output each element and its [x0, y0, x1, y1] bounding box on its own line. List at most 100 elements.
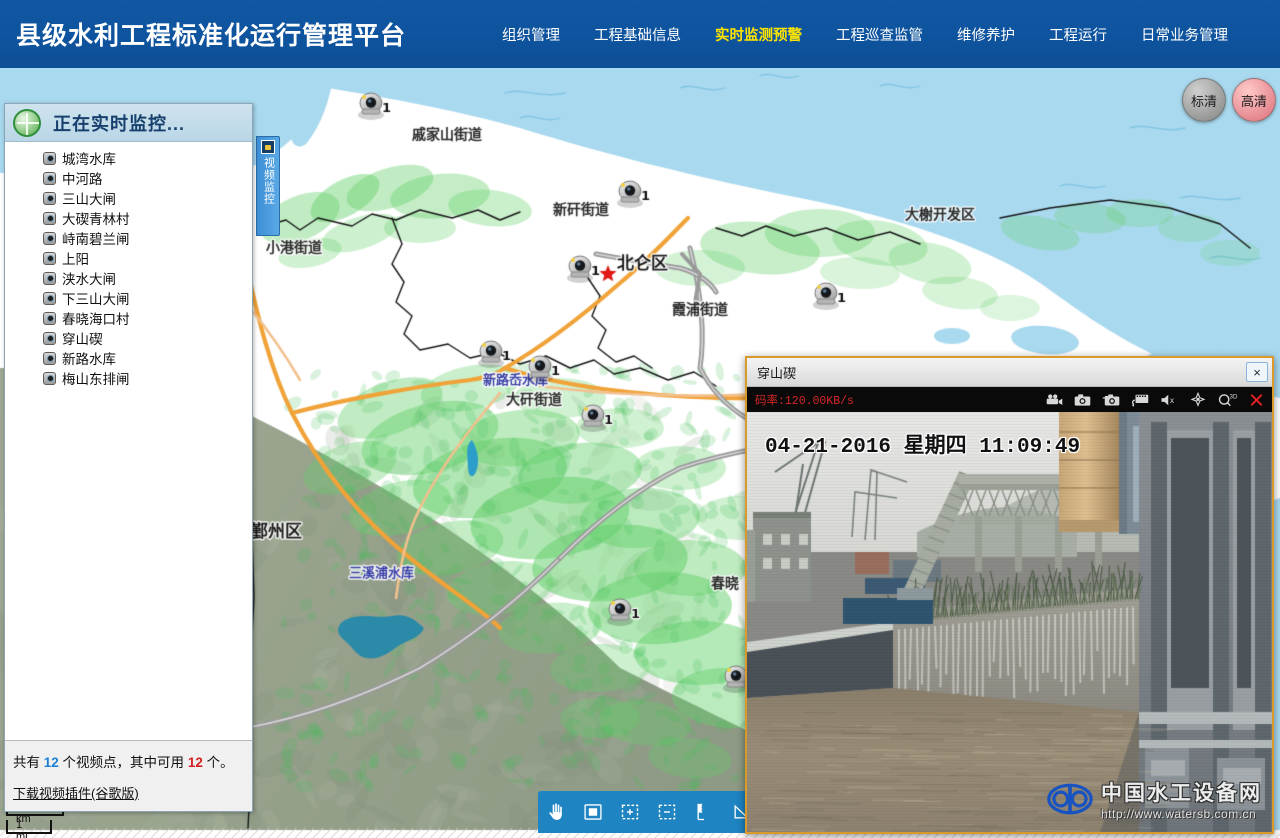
camera-label: 城湾水库 — [62, 148, 116, 168]
camera-list[interactable]: 城湾水库中河路三山大闸大碶青林村峙南碧兰闸上阳浃水大闸下三山大闸春晓海口村穿山碶… — [5, 142, 252, 740]
video-frame — [747, 412, 1272, 832]
video-stream-area[interactable]: 04-21-2016 星期四 11:09:49 中国水工设备网 http://w… — [747, 412, 1272, 832]
camera-list-item[interactable]: 中河路 — [5, 168, 252, 188]
camera-icon — [43, 332, 56, 345]
video-surveillance-tab[interactable]: 视频监控 — [256, 136, 280, 236]
zoom-out-box-icon — [657, 802, 677, 822]
nav-item-6[interactable]: 日常业务管理 — [1141, 24, 1228, 45]
camera-label: 春晓海口村 — [62, 308, 130, 328]
scale-imperial: 1 mi — [16, 819, 28, 838]
watersb-logo-icon — [1047, 776, 1093, 822]
camera-list-item[interactable]: 穿山碶 — [5, 328, 252, 348]
camera-list-item[interactable]: 三山大闸 — [5, 188, 252, 208]
camera-list-item[interactable]: 下三山大闸 — [5, 288, 252, 308]
camera-list-item[interactable]: 城湾水库 — [5, 148, 252, 168]
camera-list-item[interactable]: 新路水库 — [5, 348, 252, 368]
page-title: 县级水利工程标准化运行管理平台 — [16, 16, 406, 52]
application-root: 县级水利工程标准化运行管理平台 组织管理 工程基础信息 实时监测预警 工程巡查监管 维修… — [0, 0, 1280, 838]
hand-icon — [546, 802, 566, 822]
record-button[interactable] — [1046, 393, 1063, 407]
nav-item-5[interactable]: 工程运行 — [1049, 24, 1107, 45]
main-menu: 组织管理 工程基础信息 实时监测预警 工程巡查监管 维修养护 工程运行 日常业务管理 — [502, 24, 1228, 45]
camera-list-item[interactable]: 春晓海口村 — [5, 308, 252, 328]
video-monitor-icon — [261, 140, 275, 154]
camera-icon — [43, 152, 56, 165]
standard-definition-button[interactable]: 标清 — [1182, 78, 1226, 122]
download-plugin-link[interactable]: 下载视频插件(谷歌版) — [13, 783, 139, 802]
radar-icon — [13, 109, 41, 137]
video-tab-label: 视频监控 — [262, 157, 275, 205]
burst-camera-icon — [1102, 393, 1120, 407]
film-reel-icon — [1131, 393, 1149, 407]
playback-button[interactable] — [1131, 393, 1149, 407]
nav-item-2[interactable]: 实时监测预警 — [715, 24, 802, 45]
zoom3d-button[interactable]: 3D — [1218, 392, 1238, 407]
camera-icon — [43, 252, 56, 265]
stop-button[interactable] — [1249, 393, 1264, 407]
summary-available: 12 — [188, 755, 203, 770]
camera-icon — [43, 372, 56, 385]
camera-label: 三山大闸 — [62, 188, 116, 208]
camera-label: 大碶青林村 — [62, 208, 130, 228]
full-extent-tool[interactable] — [581, 800, 605, 824]
mute-button[interactable]: x — [1160, 393, 1178, 407]
close-icon[interactable]: × — [1246, 362, 1268, 382]
camera-list-item[interactable]: 大碶青林村 — [5, 208, 252, 228]
video-window-title: 穿山碶 — [757, 363, 1246, 382]
camera-icon — [1074, 393, 1091, 407]
summary-prefix: 共有 — [13, 755, 44, 770]
measure-distance-tool[interactable] — [692, 800, 716, 824]
zoom-out-tool[interactable] — [655, 800, 679, 824]
ptz-button[interactable] — [1189, 392, 1207, 408]
top-navigation-bar: 县级水利工程标准化运行管理平台 组织管理 工程基础信息 实时监测预警 工程巡查监管 维修… — [0, 0, 1280, 68]
camera-label: 梅山东排闸 — [62, 368, 130, 388]
snapshot-button[interactable] — [1074, 393, 1091, 407]
nav-item-3[interactable]: 工程巡查监管 — [836, 24, 923, 45]
ptz-arrows-icon — [1189, 392, 1207, 408]
camera-label: 上阳 — [62, 248, 89, 268]
video-player-window[interactable]: 穿山碶 × 码率:120.00KB/s x3D 04-21-2016 星期四 1… — [745, 356, 1274, 834]
panel-header: 正在实时监控... — [5, 104, 252, 142]
watermark: 中国水工设备网 http://www.watersb.com.cn — [1047, 776, 1262, 822]
burst-snapshot-button[interactable] — [1102, 393, 1120, 407]
camera-list-item[interactable]: 梅山东排闸 — [5, 368, 252, 388]
svg-text:x: x — [1170, 396, 1175, 405]
live-monitoring-panel: 正在实时监控... 城湾水库中河路三山大闸大碶青林村峙南碧兰闸上阳浃水大闸下三山… — [4, 103, 253, 812]
camera-label: 峙南碧兰闸 — [62, 228, 130, 248]
panel-footer: 共有 12 个视频点，其中可用 12 个。 下载视频插件(谷歌版) — [5, 740, 252, 811]
high-definition-button[interactable]: 高清 — [1232, 78, 1276, 122]
camera-icon — [43, 352, 56, 365]
summary-total: 12 — [44, 755, 59, 770]
camera-icon — [43, 292, 56, 305]
panel-title: 正在实时监控... — [53, 110, 185, 136]
camera-icon — [43, 312, 56, 325]
camera-list-item[interactable]: 浃水大闸 — [5, 268, 252, 288]
svg-text:3D: 3D — [1230, 394, 1238, 401]
speaker-muted-icon: x — [1160, 393, 1178, 407]
nav-item-0[interactable]: 组织管理 — [502, 24, 560, 45]
video-point-summary: 共有 12 个视频点，其中可用 12 个。 — [13, 751, 244, 771]
camera-icon — [43, 232, 56, 245]
video-window-titlebar[interactable]: 穿山碶 × — [747, 358, 1272, 387]
summary-suffix: 个。 — [203, 755, 234, 770]
map-tool-bar — [538, 791, 759, 833]
nav-item-1[interactable]: 工程基础信息 — [594, 24, 681, 45]
camera-icon — [43, 212, 56, 225]
video-timestamp-overlay: 04-21-2016 星期四 11:09:49 — [765, 429, 1080, 459]
pan-tool[interactable] — [544, 800, 568, 824]
camera-label: 下三山大闸 — [62, 288, 130, 308]
nav-item-4[interactable]: 维修养护 — [957, 24, 1015, 45]
red-x-icon — [1249, 393, 1264, 407]
camera-label: 新路水库 — [62, 348, 116, 368]
video-camera-icon — [1046, 393, 1063, 407]
zoom-in-tool[interactable] — [618, 800, 642, 824]
stream-quality-buttons: 标清高清 — [1182, 78, 1276, 122]
watermark-name: 中国水工设备网 — [1101, 777, 1262, 807]
camera-icon — [43, 192, 56, 205]
camera-icon — [43, 272, 56, 285]
full-extent-icon — [583, 802, 603, 822]
summary-middle: 个视频点，其中可用 — [59, 755, 188, 770]
camera-list-item[interactable]: 峙南碧兰闸 — [5, 228, 252, 248]
camera-list-item[interactable]: 上阳 — [5, 248, 252, 268]
camera-label: 浃水大闸 — [62, 268, 116, 288]
